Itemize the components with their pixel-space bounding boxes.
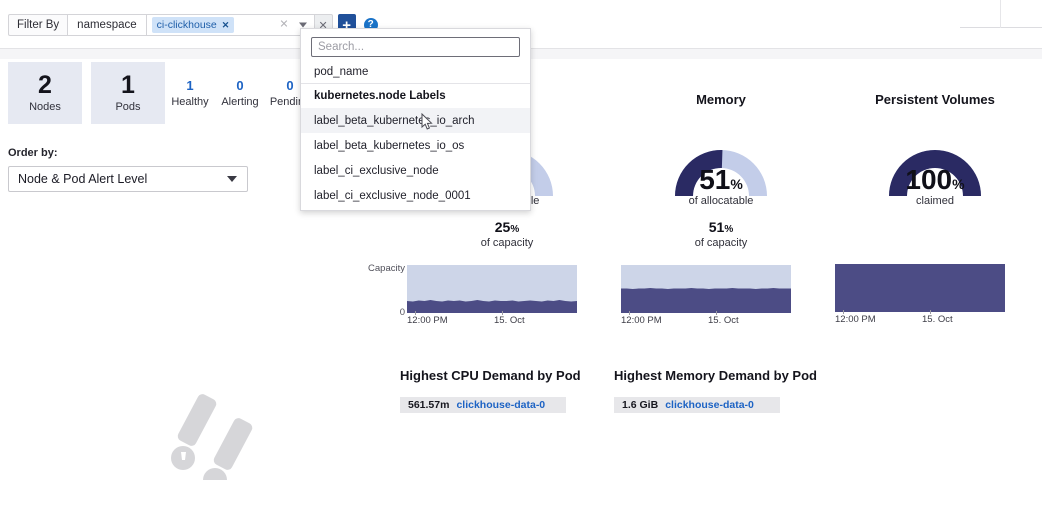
dropdown-item-label-ci-exclusive-node-0001[interactable]: label_ci_exclusive_node_0001: [301, 183, 530, 208]
pods-healthy[interactable]: 1 Healthy: [165, 79, 215, 108]
pods-healthy-count: 1: [186, 77, 194, 93]
demand-row[interactable]: 561.57m clickhouse-data-0: [400, 397, 566, 413]
gauge-percent-unit: %: [730, 176, 743, 192]
persistent-volumes-gauge: 100% claimed: [859, 118, 1011, 207]
toolbar-divider: [1000, 0, 1001, 28]
pods-count: 1: [121, 71, 135, 99]
demand-pod-link[interactable]: clickhouse-data-0: [665, 399, 754, 411]
secondary-unit: %: [510, 224, 520, 235]
order-by-selected-value: Node & Pod Alert Level: [18, 172, 148, 186]
metric-title: Memory: [696, 92, 746, 107]
gauge-sublabel: claimed: [916, 195, 954, 207]
gauge-center-label: 100% claimed: [859, 166, 1011, 208]
pods-healthy-label: Healthy: [171, 95, 209, 108]
summary-stats: 2 Nodes 1 Pods 1 Healthy 0 Alerting 0 Pe…: [8, 62, 315, 124]
x-tick-label: 15. Oct: [708, 315, 739, 326]
order-by-label: Order by:: [8, 147, 58, 159]
gauge-percent-value: 100: [905, 164, 953, 195]
demand-value: 561.57m: [408, 399, 450, 411]
secondary-value: 25%: [481, 220, 534, 235]
x-tick-label: 12:00 PM: [835, 314, 876, 325]
x-tick-label: 12:00 PM: [621, 315, 662, 326]
dropdown-item-pod-name[interactable]: pod_name: [301, 61, 530, 84]
x-tick-label: 15. Oct: [494, 315, 525, 326]
nodes-stat-card[interactable]: 2 Nodes: [8, 62, 82, 124]
highest-demand-section: Highest CPU Demand by Pod 561.57m clickh…: [400, 368, 1042, 413]
dropdown-item-label-beta-kubernetes-io-arch[interactable]: label_beta_kubernetes_io_arch: [301, 108, 530, 133]
pods-breakdown: 1 Healthy 0 Alerting 0 Pending: [165, 62, 315, 124]
pods-alerting[interactable]: 0 Alerting: [215, 79, 265, 108]
pods-alerting-count: 0: [236, 77, 244, 93]
secondary-number: 25: [494, 219, 511, 235]
nodes-label: Nodes: [29, 101, 61, 113]
y-axis-top-label: Capacity: [368, 263, 405, 274]
demand-title: Highest Memory Demand by Pod: [614, 368, 817, 383]
chevron-down-icon[interactable]: [298, 22, 307, 28]
demand-pod-link[interactable]: clickhouse-data-0: [456, 399, 545, 411]
secondary-sublabel: of capacity: [480, 237, 534, 249]
sparkline-x-axis: 12:00 PM 15. Oct: [621, 311, 791, 326]
pods-alerting-label: Alerting: [221, 95, 259, 108]
sparkline-plot: [407, 265, 577, 313]
dashboard-page: Filter By namespace ci-clickhouse ✕ ✕ ✕ …: [0, 0, 1042, 524]
filter-key-namespace[interactable]: namespace: [68, 14, 147, 36]
metric-persistent-volumes: Persistent Volumes 100% claimed 12:00 PM…: [828, 92, 1042, 325]
pods-pending-count: 0: [286, 77, 294, 93]
filter-chip-label: ci-clickhouse: [156, 19, 217, 31]
secondary-unit: %: [724, 224, 734, 235]
close-icon[interactable]: ✕: [222, 20, 230, 30]
cpu-secondary: 25% of capacity: [481, 220, 534, 249]
clear-values-icon[interactable]: ✕: [279, 19, 288, 31]
secondary-number: 51: [708, 219, 725, 235]
memory-secondary: 51% of capacity: [695, 220, 748, 249]
highest-memory-demand: Highest Memory Demand by Pod 1.6 GiB cli…: [614, 368, 828, 413]
pods-stat-card[interactable]: 1 Pods: [91, 62, 165, 124]
gauge-percent: 100%: [905, 166, 964, 194]
metric-title: Persistent Volumes: [875, 92, 995, 107]
order-by-control: Order by: Node & Pod Alert Level: [8, 147, 248, 192]
search-input[interactable]: [311, 37, 520, 57]
highest-cpu-demand: Highest CPU Demand by Pod 561.57m clickh…: [400, 368, 614, 413]
gauge-percent-value: 51: [699, 164, 731, 195]
gauge-center-label: 51% of allocatable: [645, 166, 797, 208]
sparkline-x-axis: 12:00 PM 15. Oct: [835, 310, 1005, 325]
secondary-value: 51%: [695, 220, 748, 235]
dropdown-item-label-beta-kubernetes-io-os[interactable]: label_beta_kubernetes_io_os: [301, 133, 530, 158]
sparkline-plot: [621, 265, 791, 313]
toolbar-rule: [960, 27, 1042, 28]
memory-sparkline[interactable]: 12:00 PM 15. Oct: [621, 265, 821, 326]
cpu-sparkline[interactable]: Capacity 0 12:00 PM 15. Oct: [368, 263, 607, 326]
demand-value: 1.6 GiB: [622, 399, 659, 411]
gauge-percent-unit: %: [952, 176, 965, 192]
chevron-down-icon: [227, 176, 237, 182]
dropdown-group-header: kubernetes.node Labels: [314, 90, 446, 102]
filter-chip[interactable]: ci-clickhouse ✕: [151, 17, 235, 33]
dropdown-search-wrap: [301, 29, 530, 61]
x-tick-label: 12:00 PM: [407, 315, 448, 326]
pods-stat-group: 1 Pods 1 Healthy 0 Alerting 0 Pending: [91, 62, 315, 124]
sparkline-plot: [835, 264, 1005, 312]
nodes-count: 2: [38, 71, 52, 99]
filter-values-field[interactable]: ci-clickhouse ✕ ✕: [146, 14, 315, 36]
metric-memory: Memory 51% of allocatable 51% of capacit…: [614, 92, 828, 326]
sparkline-x-axis: 12:00 PM 15. Oct: [407, 311, 577, 326]
filter-by-label: Filter By: [8, 14, 69, 36]
loading-placeholder-icon: [165, 390, 275, 492]
secondary-sublabel: of capacity: [694, 237, 748, 249]
demand-title: Highest CPU Demand by Pod: [400, 368, 581, 383]
x-tick-label: 15. Oct: [922, 314, 953, 325]
y-axis-bottom-label: 0: [399, 307, 405, 318]
filter-key-dropdown: pod_name kubernetes.node Labels label_be…: [300, 28, 531, 211]
gauge-sublabel: of allocatable: [688, 195, 754, 207]
dropdown-item-label-ci-exclusive-node[interactable]: label_ci_exclusive_node: [301, 158, 530, 183]
persistent-volumes-sparkline[interactable]: 12:00 PM 15. Oct: [835, 264, 1035, 325]
gauge-percent: 51%: [699, 166, 743, 194]
pods-label: Pods: [115, 101, 141, 113]
order-by-select[interactable]: Node & Pod Alert Level: [8, 166, 248, 192]
demand-row[interactable]: 1.6 GiB clickhouse-data-0: [614, 397, 780, 413]
memory-gauge: 51% of allocatable: [645, 118, 797, 207]
